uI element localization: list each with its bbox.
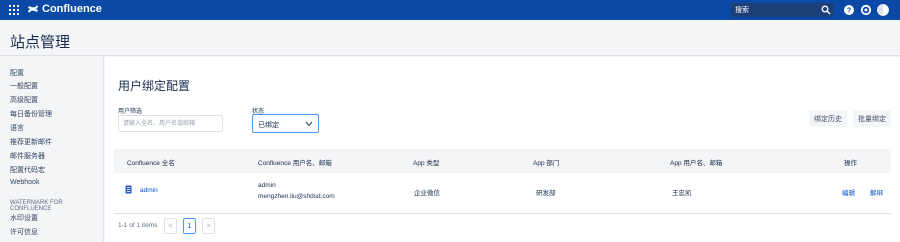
sidebar-item-daily-backup[interactable]: 每日备份管理 — [10, 109, 52, 119]
sidebar-item-recommended-email[interactable]: 推荐更新邮件 — [10, 137, 52, 147]
pagination-summary: 1-1 of 1 items — [118, 222, 158, 229]
column-header-confluence-fullname: Confluence 全名 — [127, 160, 175, 167]
search-icon[interactable] — [821, 5, 831, 15]
search-input[interactable] — [735, 3, 815, 17]
table-header: Confluence 全名 Confluence 用户名、邮箱 App 类型 A… — [114, 149, 891, 173]
sidebar-item-watermark-settings[interactable]: 水印设置 — [10, 213, 38, 223]
column-header-actions: 操作 — [844, 160, 857, 167]
sidebar-section-config: 配置 — [10, 70, 24, 77]
gear-icon[interactable] — [860, 4, 872, 16]
user-avatar[interactable] — [877, 4, 889, 16]
confluence-logo-icon — [28, 5, 38, 13]
row-confluence-username: admin — [258, 182, 276, 189]
row-app-user: 王忠凯 — [672, 190, 692, 197]
app-name: Confluence — [42, 3, 102, 15]
sidebar-item-language[interactable]: 语言 — [10, 123, 24, 133]
row-confluence-fullname[interactable]: admin — [140, 187, 158, 194]
sidebar-item-license-info[interactable]: 许可信息 — [10, 227, 38, 237]
bind-history-button[interactable]: 绑定历史 — [809, 110, 847, 127]
sidebar-group-watermark: WATERMARK FOR CONFLUENCE — [10, 200, 63, 212]
sidebar-item-code-macro[interactable]: 配置代码宏 — [10, 165, 45, 175]
status-select-value: 已绑定 — [258, 122, 279, 129]
page-header: 站点管理 — [0, 20, 900, 56]
batch-bind-button[interactable]: 批量绑定 — [853, 110, 891, 127]
app-switcher-icon[interactable] — [9, 5, 19, 15]
confluence-logo[interactable]: Confluence — [27, 3, 102, 15]
search-box[interactable] — [731, 3, 834, 17]
main-content: 用户绑定配置 用户筛选 状态 已绑定 绑定历史 批量绑定 Confluence … — [105, 57, 900, 242]
pagination-prev-button[interactable]: < — [164, 218, 177, 234]
user-filter-label: 用户筛选 — [118, 109, 143, 115]
sidebar-item-mail-server[interactable]: 邮件服务器 — [10, 151, 45, 161]
row-app-dept: 研发部 — [536, 190, 556, 197]
user-icon — [125, 185, 132, 194]
admin-sidebar: 配置 一般配置 高级配置 每日备份管理 语言 推荐更新邮件 邮件服务器 配置代码… — [0, 57, 104, 242]
row-confluence-email: mengzhen.liu@shdsd.com — [258, 193, 335, 200]
column-header-app-type: App 类型 — [413, 160, 440, 167]
sidebar-item-webhook[interactable]: Webhook — [10, 179, 39, 186]
user-filter-input[interactable] — [118, 115, 223, 132]
svg-text:?: ? — [847, 8, 851, 15]
column-header-app-dept: App 部门 — [533, 160, 560, 167]
page-title: 站点管理 — [10, 34, 71, 51]
column-header-confluence-user: Confluence 用户名、邮箱 — [258, 160, 332, 167]
edit-link[interactable]: 编辑 — [842, 187, 855, 197]
status-select[interactable]: 已绑定 — [252, 114, 319, 133]
top-navigation-bar: Confluence ? — [0, 0, 900, 20]
section-title: 用户绑定配置 — [118, 79, 191, 93]
sidebar-item-general-config[interactable]: 一般配置 — [10, 81, 38, 91]
pagination-page-1[interactable]: 1 — [183, 218, 196, 234]
column-header-app-user: App 用户名、邮箱 — [670, 160, 723, 167]
sidebar-item-advanced-config[interactable]: 高级配置 — [10, 95, 38, 105]
chevron-down-icon — [305, 121, 313, 127]
pagination-next-button[interactable]: > — [202, 218, 215, 234]
unbind-link[interactable]: 解绑 — [870, 187, 883, 197]
row-divider — [114, 213, 891, 214]
help-icon[interactable]: ? — [843, 4, 855, 16]
row-app-type: 企业微信 — [414, 190, 440, 197]
